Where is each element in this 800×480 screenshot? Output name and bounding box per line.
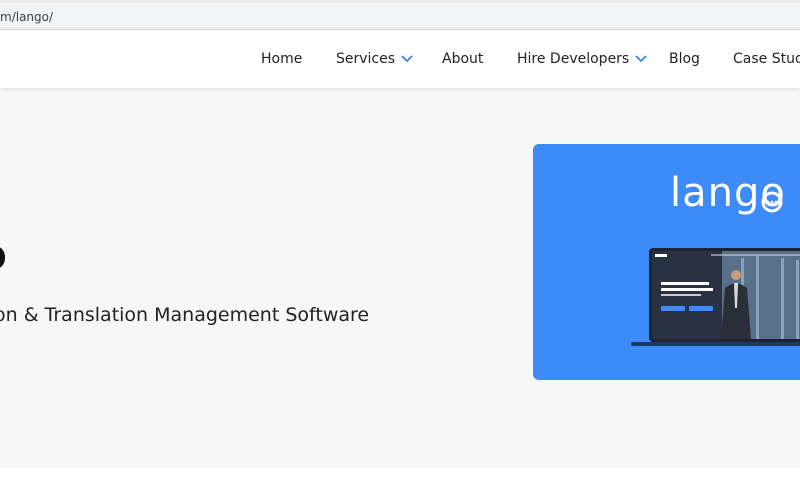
main-navigation: Home Services About Hire Developers Blog… [0,32,800,88]
chevron-down-icon [401,55,413,63]
nav-item-home[interactable]: Home [261,51,302,67]
nav-item-hire-developers[interactable]: Hire Developers [517,51,647,67]
nav-item-label: Services [336,51,396,67]
product-image-card: lango [533,144,800,380]
laptop-mockup [631,248,800,346]
page-bottom [0,468,800,480]
hero-section: o on & Translation Management Software l… [0,88,800,468]
url-text: m/lango/ [0,10,54,24]
nav-item-about[interactable]: About [442,51,483,67]
nav-item-label: Case Studi [733,51,800,67]
hero-title: o [0,230,7,279]
nav-item-label: Blog [669,51,700,67]
chevron-down-icon [635,55,647,63]
nav-item-label: Hire Developers [517,51,630,67]
nav-item-case-studies[interactable]: Case Studi [733,51,800,67]
nav-item-services[interactable]: Services [336,51,413,67]
chat-bubble-icon [761,191,783,213]
nav-item-label: About [442,51,484,67]
hero-subtitle: on & Translation Management Software [0,304,370,326]
browser-address-bar: m/lango/ [0,0,800,30]
nav-item-blog[interactable]: Blog [669,51,700,67]
nav-item-label: Home [261,51,303,67]
url-field[interactable]: m/lango/ [0,3,800,27]
